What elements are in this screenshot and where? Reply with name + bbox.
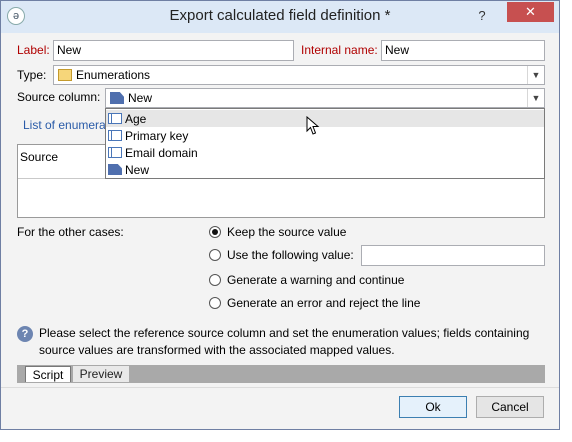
info-text: Please select the reference source colum…: [39, 326, 530, 357]
following-value-input[interactable]: [361, 245, 545, 266]
calculated-field-icon: [108, 164, 122, 175]
ok-button[interactable]: Ok: [399, 396, 467, 418]
close-icon: ✕: [525, 4, 536, 19]
dropdown-item-label: New: [125, 163, 150, 177]
radio-keep-source-label[interactable]: Keep the source value: [227, 225, 346, 239]
source-column-select[interactable]: New ▼: [105, 88, 545, 108]
tab-bar: Script Preview: [17, 365, 545, 383]
calculated-field-icon: [110, 92, 124, 104]
radio-use-value[interactable]: [209, 249, 221, 261]
dropdown-item[interactable]: Age: [106, 110, 544, 127]
source-column-caption: Source column:: [17, 90, 101, 104]
dropdown-item-label: Email domain: [125, 146, 198, 160]
table-column-icon: [108, 130, 122, 141]
radio-warning[interactable]: [209, 274, 221, 286]
label-caption: Label:: [17, 43, 50, 57]
other-cases-caption: For the other cases:: [17, 225, 124, 239]
close-button[interactable]: ✕: [507, 2, 554, 22]
help-icon: ?: [17, 326, 33, 342]
table-column-icon: [108, 113, 122, 124]
footer-divider: [1, 387, 559, 388]
dropdown-item-label: Age: [125, 112, 147, 126]
dropdown-item[interactable]: Primary key: [106, 127, 544, 144]
chevron-down-icon[interactable]: ▼: [527, 66, 544, 84]
mouse-cursor-icon: [306, 116, 320, 135]
dropdown-item[interactable]: Email domain: [106, 144, 544, 161]
enumeration-icon: [58, 69, 72, 81]
radio-warning-label[interactable]: Generate a warning and continue: [227, 273, 404, 287]
radio-error-label[interactable]: Generate an error and reject the line: [227, 296, 420, 310]
dropdown-item[interactable]: New: [106, 161, 544, 178]
enumeration-list-link[interactable]: List of enumera: [23, 118, 106, 132]
source-column-value: New: [128, 91, 153, 105]
dropdown-item-label: Primary key: [125, 129, 189, 143]
table-column-icon: [108, 147, 122, 158]
export-dialog: ǝ Export calculated field definition * ?…: [0, 0, 560, 430]
help-button[interactable]: ?: [471, 8, 493, 24]
internal-name-caption: Internal name:: [301, 43, 378, 57]
radio-keep-source[interactable]: [209, 226, 221, 238]
cancel-button[interactable]: Cancel: [476, 396, 544, 418]
panel-header: Source: [20, 150, 59, 164]
tab-script[interactable]: Script: [25, 366, 71, 382]
source-column-dropdown[interactable]: Age Primary key Email domain New: [105, 108, 545, 179]
internal-name-field[interactable]: New: [381, 40, 545, 61]
radio-error[interactable]: [209, 297, 221, 309]
type-caption: Type:: [17, 68, 47, 82]
label-field[interactable]: New: [53, 40, 294, 61]
chevron-down-icon[interactable]: ▼: [527, 89, 544, 107]
title-bar[interactable]: ǝ Export calculated field definition * ?…: [1, 1, 559, 33]
type-select-value: Enumerations: [76, 68, 151, 82]
radio-use-value-label[interactable]: Use the following value:: [227, 248, 354, 262]
type-select[interactable]: Enumerations ▼: [53, 65, 545, 85]
tab-preview[interactable]: Preview: [73, 366, 129, 382]
